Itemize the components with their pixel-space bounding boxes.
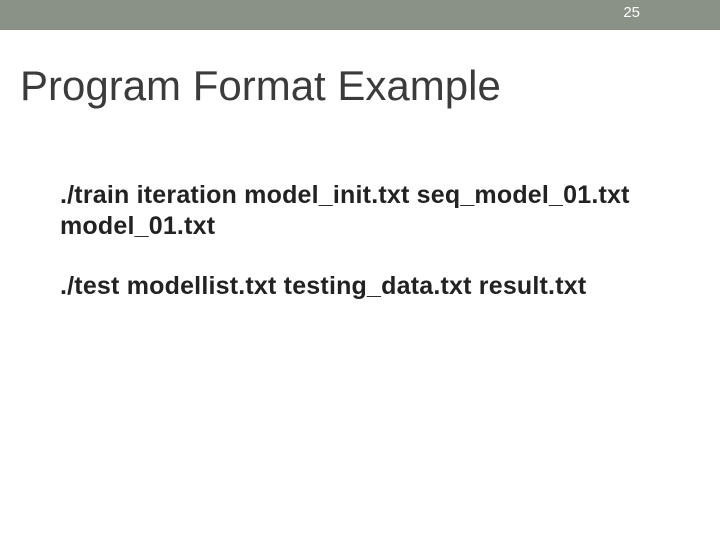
slide-content: ./train iteration model_init.txt seq_mod…: [60, 180, 660, 302]
command-test: ./test modellist.txt testing_data.txt re…: [60, 271, 660, 302]
slide-topbar: 25: [0, 0, 720, 30]
command-train: ./train iteration model_init.txt seq_mod…: [60, 180, 660, 243]
slide-title: Program Format Example: [20, 62, 720, 110]
page-number: 25: [623, 4, 640, 21]
